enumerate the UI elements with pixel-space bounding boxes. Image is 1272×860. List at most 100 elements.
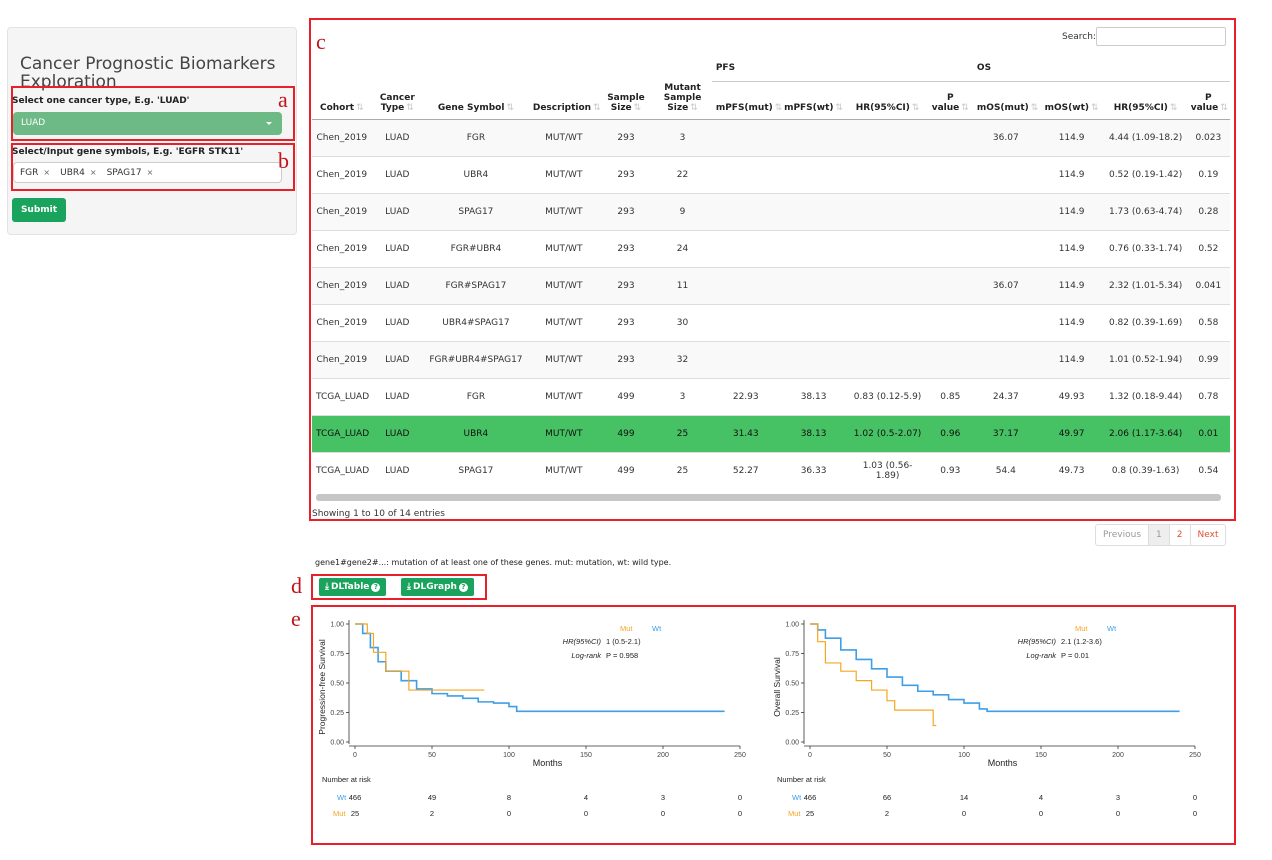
sort-icon[interactable]: ⇅: [634, 103, 642, 113]
sort-icon[interactable]: ⇅: [775, 103, 783, 113]
table-cell: 24.37: [972, 378, 1039, 416]
pagination-page[interactable]: 1: [1149, 525, 1170, 545]
column-header[interactable]: mPFS(wt) ⇅: [779, 81, 848, 120]
table-row[interactable]: Chen_2019 LUAD FGR MUT/WT 293 3 36.07 114.9 4.44…: [312, 119, 1230, 157]
risk-value-wt: 466: [804, 793, 817, 802]
column-header[interactable]: P value ⇅: [927, 81, 973, 120]
sort-icon[interactable]: ⇅: [406, 103, 414, 113]
table-cell: UBR4#SPAG17: [423, 304, 529, 342]
download-graph-button[interactable]: ⤓ DLGraph ?: [401, 578, 474, 596]
km-plot-pfs: 0.00 0.25 0.50 0.75 1.00 0 50 100 150 200 250 Month…: [315, 612, 755, 842]
search-label: Search:: [1062, 32, 1096, 42]
pagination-previous[interactable]: Previous: [1096, 525, 1150, 545]
search-input[interactable]: [1096, 27, 1226, 46]
y-axis-label: Progression-free Survival: [317, 639, 327, 735]
table-cell: MUT/WT: [528, 156, 599, 194]
table-row[interactable]: Chen_2019 LUAD UBR4 MUT/WT 293 22 114.9 0.52 (0…: [312, 156, 1230, 194]
column-header-label: Gene Symbol: [437, 103, 505, 113]
download-table-button[interactable]: ⤓ DLTable ?: [319, 578, 387, 596]
table-cell: 0.023: [1186, 119, 1230, 157]
column-header-label: HR(95%CI): [1113, 103, 1168, 113]
column-header-label: P value: [1190, 93, 1219, 113]
download-table-label: DLTable: [330, 582, 370, 592]
table-cell: 0.99: [1186, 341, 1230, 379]
x-axis-label: Months: [988, 758, 1018, 768]
column-header[interactable]: P value ⇅: [1186, 81, 1230, 120]
table-row[interactable]: Chen_2019 LUAD FGR#UBR4 MUT/WT 293 24 114.9 0.7…: [312, 230, 1230, 268]
column-header[interactable]: Sample Size ⇅: [598, 81, 654, 120]
table-cell: 52.27: [711, 452, 780, 490]
risk-value-mut: 0: [661, 809, 665, 818]
column-header-label: mOS(mut): [976, 103, 1029, 113]
table-cell: 4.44 (1.09-18.2): [1104, 119, 1187, 157]
risk-value-wt: 466: [349, 793, 362, 802]
column-header[interactable]: HR(95%CI) ⇅: [1104, 81, 1187, 120]
horizontal-scrollbar[interactable]: [316, 494, 1221, 501]
column-header[interactable]: Mutant Sample Size ⇅: [653, 81, 712, 120]
legend-wt: Wt: [652, 624, 662, 633]
column-header[interactable]: Description ⇅: [528, 81, 601, 120]
table-row[interactable]: Chen_2019 LUAD UBR4#SPAG17 MUT/WT 293 30 114.9…: [312, 304, 1230, 342]
results-table: PFS OS Cohort ⇅ Cancer Type ⇅ Gene Symbol ⇅ De…: [312, 55, 1230, 490]
table-cell: [779, 156, 848, 194]
footnote: gene1#gene2#...: mutation of at least on…: [315, 558, 672, 567]
column-header[interactable]: mOS(wt) ⇅: [1038, 81, 1105, 120]
table-row[interactable]: Chen_2019 LUAD FGR#UBR4#SPAG17 MUT/WT 293 32 1…: [312, 341, 1230, 379]
table-cell: Chen_2019: [312, 119, 372, 157]
sort-icon[interactable]: ⇅: [356, 103, 364, 113]
table-cell: TCGA_LUAD: [312, 378, 372, 416]
column-header[interactable]: Gene Symbol ⇅: [423, 81, 529, 120]
table-row[interactable]: Chen_2019 LUAD FGR#SPAG17 MUT/WT 293 11 36.07 1…: [312, 267, 1230, 305]
table-cell: 38.13: [779, 415, 848, 453]
risk-row-label-wt: Wt: [337, 793, 347, 802]
sort-icon[interactable]: ⇅: [1220, 103, 1228, 113]
table-cell: Chen_2019: [312, 156, 372, 194]
sort-icon[interactable]: ⇅: [593, 103, 601, 113]
sort-icon[interactable]: ⇅: [690, 103, 698, 113]
sort-icon[interactable]: ⇅: [1031, 103, 1039, 113]
table-cell: LUAD: [371, 193, 423, 231]
table-cell: [927, 119, 973, 157]
pagination-page[interactable]: 2: [1170, 525, 1191, 545]
column-header[interactable]: Cancer Type ⇅: [371, 81, 423, 120]
sort-icon[interactable]: ⇅: [506, 103, 514, 113]
table-cell: LUAD: [371, 230, 423, 268]
table-cell: [927, 193, 973, 231]
table-cell: LUAD: [371, 119, 423, 157]
sort-icon[interactable]: ⇅: [1170, 103, 1178, 113]
risk-value-wt: 4: [1039, 793, 1043, 802]
x-tick-label: 0: [353, 752, 357, 759]
table-row[interactable]: TCGA_LUAD LUAD FGR MUT/WT 499 3 22.93 38.13 0.83…: [312, 378, 1230, 416]
table-cell: UBR4: [423, 156, 529, 194]
table-row[interactable]: TCGA_LUAD LUAD UBR4 MUT/WT 499 25 31.43 38.13 1.…: [312, 415, 1230, 453]
table-info: Showing 1 to 10 of 14 entries: [312, 509, 445, 519]
table-cell: 114.9: [1038, 193, 1105, 231]
table-row[interactable]: TCGA_LUAD LUAD SPAG17 MUT/WT 499 25 52.27 36.33…: [312, 452, 1230, 490]
sort-icon[interactable]: ⇅: [836, 103, 844, 113]
risk-value-mut: 0: [1039, 809, 1043, 818]
table-cell: 25: [653, 452, 712, 490]
table-cell: MUT/WT: [528, 415, 599, 453]
risk-value-mut: 0: [1116, 809, 1120, 818]
table-cell: [779, 193, 848, 231]
table-cell: FGR: [423, 119, 529, 157]
table-cell: [847, 341, 928, 379]
table-cell: 0.78: [1186, 378, 1230, 416]
pagination-next[interactable]: Next: [1191, 525, 1226, 545]
column-header-label: HR(95%CI): [855, 103, 910, 113]
column-header[interactable]: Cohort ⇅: [312, 81, 372, 120]
sort-icon[interactable]: ⇅: [1091, 103, 1099, 113]
y-tick-label: 0.75: [785, 651, 799, 658]
table-cell: Chen_2019: [312, 230, 372, 268]
help-icon: ?: [458, 582, 468, 592]
table-row[interactable]: Chen_2019 LUAD SPAG17 MUT/WT 293 9 114.9 1.73 (…: [312, 193, 1230, 231]
column-header[interactable]: mOS(mut) ⇅: [972, 81, 1039, 120]
submit-button[interactable]: Submit: [12, 198, 66, 222]
table-cell: SPAG17: [423, 452, 529, 490]
column-header[interactable]: HR(95%CI) ⇅: [847, 81, 928, 120]
sort-icon[interactable]: ⇅: [912, 103, 920, 113]
y-tick-label: 0.25: [330, 710, 344, 717]
table-cell: 36.07: [972, 119, 1039, 157]
column-header[interactable]: mPFS(mut) ⇅: [711, 81, 783, 120]
sort-icon[interactable]: ⇅: [961, 103, 969, 113]
